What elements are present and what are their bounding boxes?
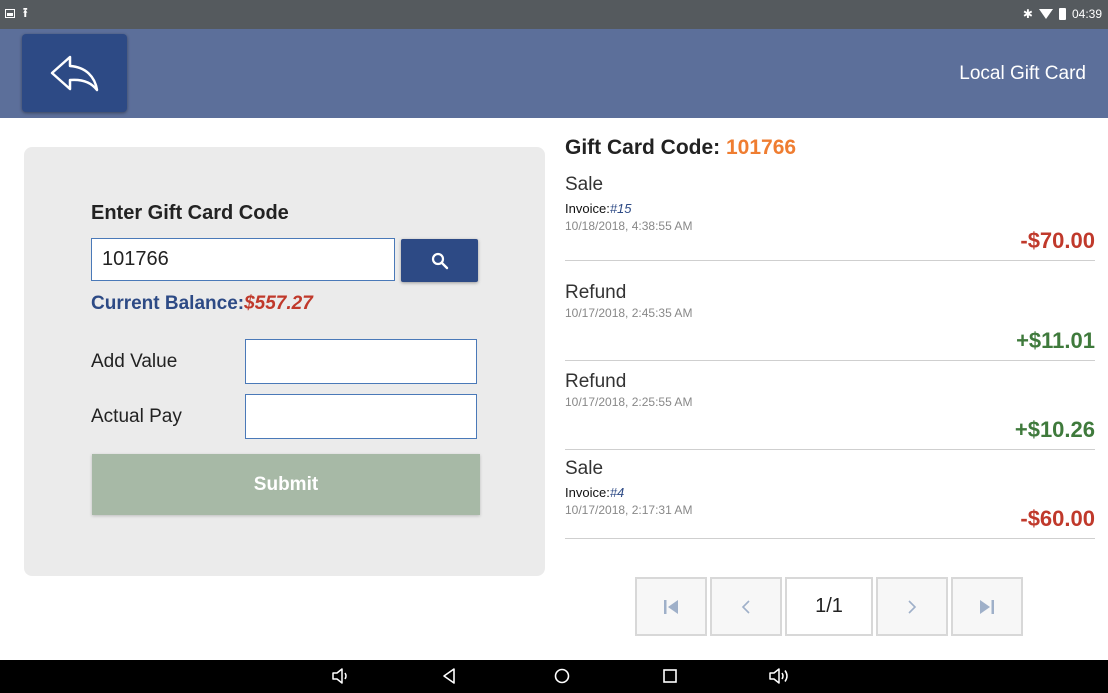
- transaction-row: Sale Invoice:#15 10/18/2018, 4:38:55 AM …: [565, 172, 1095, 261]
- transaction-amount: -$60.00: [1020, 506, 1095, 531]
- invoice-link[interactable]: #4: [610, 485, 624, 500]
- volume-down-icon[interactable]: [331, 667, 351, 685]
- submit-button[interactable]: Submit: [92, 454, 480, 515]
- gift-card-code-value: 101766: [726, 136, 797, 159]
- transaction-invoice: Invoice:#15: [565, 201, 632, 216]
- invoice-link[interactable]: #15: [610, 201, 632, 216]
- form-title: Enter Gift Card Code: [91, 202, 289, 224]
- chevron-left-icon: [741, 599, 750, 614]
- transaction-row: Sale Invoice:#4 10/17/2018, 2:17:31 AM -…: [565, 450, 1095, 539]
- page-indicator: 1/1: [785, 577, 873, 636]
- search-icon: [431, 252, 448, 269]
- transaction-row: Refund 10/17/2018, 2:25:55 AM +$10.26: [565, 361, 1095, 450]
- recents-icon[interactable]: [662, 667, 678, 685]
- transaction-amount: +$11.01: [1016, 328, 1095, 353]
- first-page-icon: [664, 599, 678, 614]
- last-page-icon: [980, 599, 994, 614]
- transaction-row: Refund 10/17/2018, 2:45:35 AM +$11.01: [565, 272, 1095, 361]
- transaction-date: 10/17/2018, 2:17:31 AM: [565, 503, 693, 517]
- volume-up-icon[interactable]: [768, 667, 792, 685]
- back-button[interactable]: [22, 34, 127, 112]
- wifi-icon: [1038, 9, 1053, 19]
- system-nav-bar: [0, 660, 1108, 693]
- first-page-button[interactable]: [635, 577, 707, 636]
- back-arrow-icon: [50, 55, 98, 92]
- previous-page-button[interactable]: [710, 577, 782, 636]
- page-title: Local Gift Card: [959, 63, 1086, 84]
- battery-icon: [1058, 8, 1066, 20]
- pagination: 1/1: [635, 577, 1023, 636]
- bluetooth-icon: ✱: [1022, 7, 1033, 21]
- transaction-date: 10/18/2018, 4:38:55 AM: [565, 219, 693, 233]
- status-time: 04:39: [1071, 7, 1102, 21]
- transaction-amount: +$10.26: [1014, 417, 1095, 442]
- transaction-type: Sale: [565, 458, 604, 479]
- app-header: Local Gift Card: [0, 29, 1108, 118]
- actual-pay-label: Actual Pay: [91, 406, 182, 427]
- home-icon[interactable]: [553, 667, 571, 685]
- transaction-date: 10/17/2018, 2:45:35 AM: [565, 306, 693, 320]
- upload-icon: ⭱: [23, 5, 28, 20]
- back-icon[interactable]: [441, 667, 457, 685]
- invoice-label: Invoice:: [565, 485, 610, 500]
- transaction-type: Refund: [565, 371, 627, 392]
- gift-card-form-panel: Enter Gift Card Code 101766 Current Bala…: [24, 147, 545, 576]
- image-icon: [5, 8, 15, 18]
- invoice-label: Invoice:: [565, 201, 610, 216]
- transactions-title: Gift Card Code: 101766: [565, 136, 796, 160]
- transaction-amount: -$70.00: [1020, 228, 1095, 253]
- add-value-input[interactable]: [245, 339, 477, 384]
- balance-label: Current Balance:: [91, 293, 245, 314]
- transaction-type: Refund: [565, 282, 627, 303]
- add-value-label: Add Value: [91, 351, 178, 372]
- next-page-button[interactable]: [876, 577, 948, 636]
- actual-pay-input[interactable]: [245, 394, 477, 439]
- chevron-right-icon: [908, 599, 917, 614]
- transaction-date: 10/17/2018, 2:25:55 AM: [565, 395, 693, 409]
- current-balance: Current Balance:$557.27: [91, 293, 313, 315]
- balance-value: $557.27: [244, 293, 313, 314]
- transaction-type: Sale: [565, 174, 604, 195]
- transaction-invoice: Invoice:#4: [565, 485, 624, 500]
- gift-card-code-input[interactable]: 101766: [91, 238, 395, 281]
- search-button[interactable]: [401, 239, 478, 282]
- status-bar: ⭱ ✱ 04:39: [0, 0, 1108, 29]
- last-page-button[interactable]: [951, 577, 1023, 636]
- transactions-title-label: Gift Card Code:: [565, 136, 726, 159]
